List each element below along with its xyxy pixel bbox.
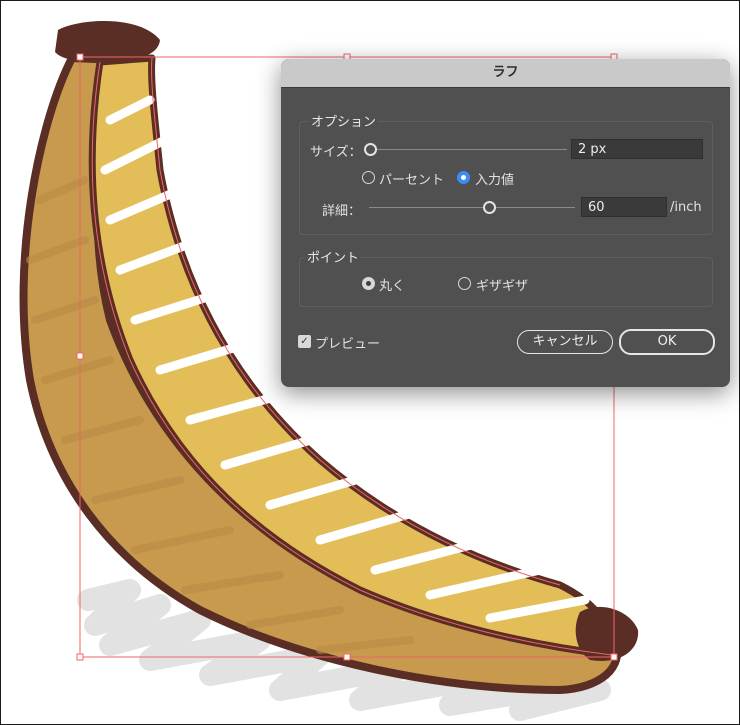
points-corner-label[interactable]: ギザギザ bbox=[476, 275, 528, 294]
detail-input[interactable] bbox=[581, 197, 667, 217]
size-label: サイズ： bbox=[310, 145, 362, 160]
check-icon: ✓ bbox=[300, 336, 309, 347]
ok-button[interactable]: OK bbox=[619, 329, 715, 355]
options-group-title: オプション bbox=[309, 111, 379, 130]
bbox-handle-br[interactable] bbox=[610, 653, 618, 661]
detail-label: 詳細： bbox=[322, 204, 362, 219]
detail-slider-track[interactable] bbox=[369, 207, 575, 208]
mode-absolute-label[interactable]: 入力値 bbox=[475, 169, 514, 188]
banana-stem bbox=[55, 20, 160, 62]
mode-percent-radio[interactable] bbox=[362, 171, 375, 184]
bbox-handle-tl[interactable] bbox=[76, 53, 84, 61]
cancel-button[interactable]: キャンセル bbox=[517, 330, 613, 354]
dialog-title: ラフ bbox=[281, 59, 730, 88]
roughen-dialog: ラフ オプション サイズ： パーセント 入力値 詳細： /inch ポイント 丸… bbox=[281, 59, 730, 387]
bbox-handle-bm[interactable] bbox=[343, 653, 351, 661]
preview-checkbox[interactable]: ✓ bbox=[298, 335, 311, 348]
points-group-title: ポイント bbox=[305, 247, 362, 266]
points-corner-radio[interactable] bbox=[458, 277, 471, 290]
size-slider-track[interactable] bbox=[369, 149, 567, 150]
bbox-handle-ml[interactable] bbox=[76, 352, 84, 360]
mode-percent-label[interactable]: パーセント bbox=[379, 169, 444, 188]
points-smooth-radio[interactable] bbox=[362, 277, 375, 290]
size-input[interactable] bbox=[571, 139, 703, 159]
bbox-handle-bl[interactable] bbox=[76, 653, 84, 661]
detail-unit-label: /inch bbox=[670, 200, 702, 215]
size-slider-knob[interactable] bbox=[364, 143, 377, 156]
points-smooth-label[interactable]: 丸く bbox=[379, 275, 405, 294]
mode-absolute-radio[interactable] bbox=[457, 171, 470, 184]
preview-label[interactable]: プレビュー bbox=[315, 333, 380, 352]
detail-slider-knob[interactable] bbox=[483, 201, 496, 214]
banana-tip bbox=[575, 606, 639, 661]
